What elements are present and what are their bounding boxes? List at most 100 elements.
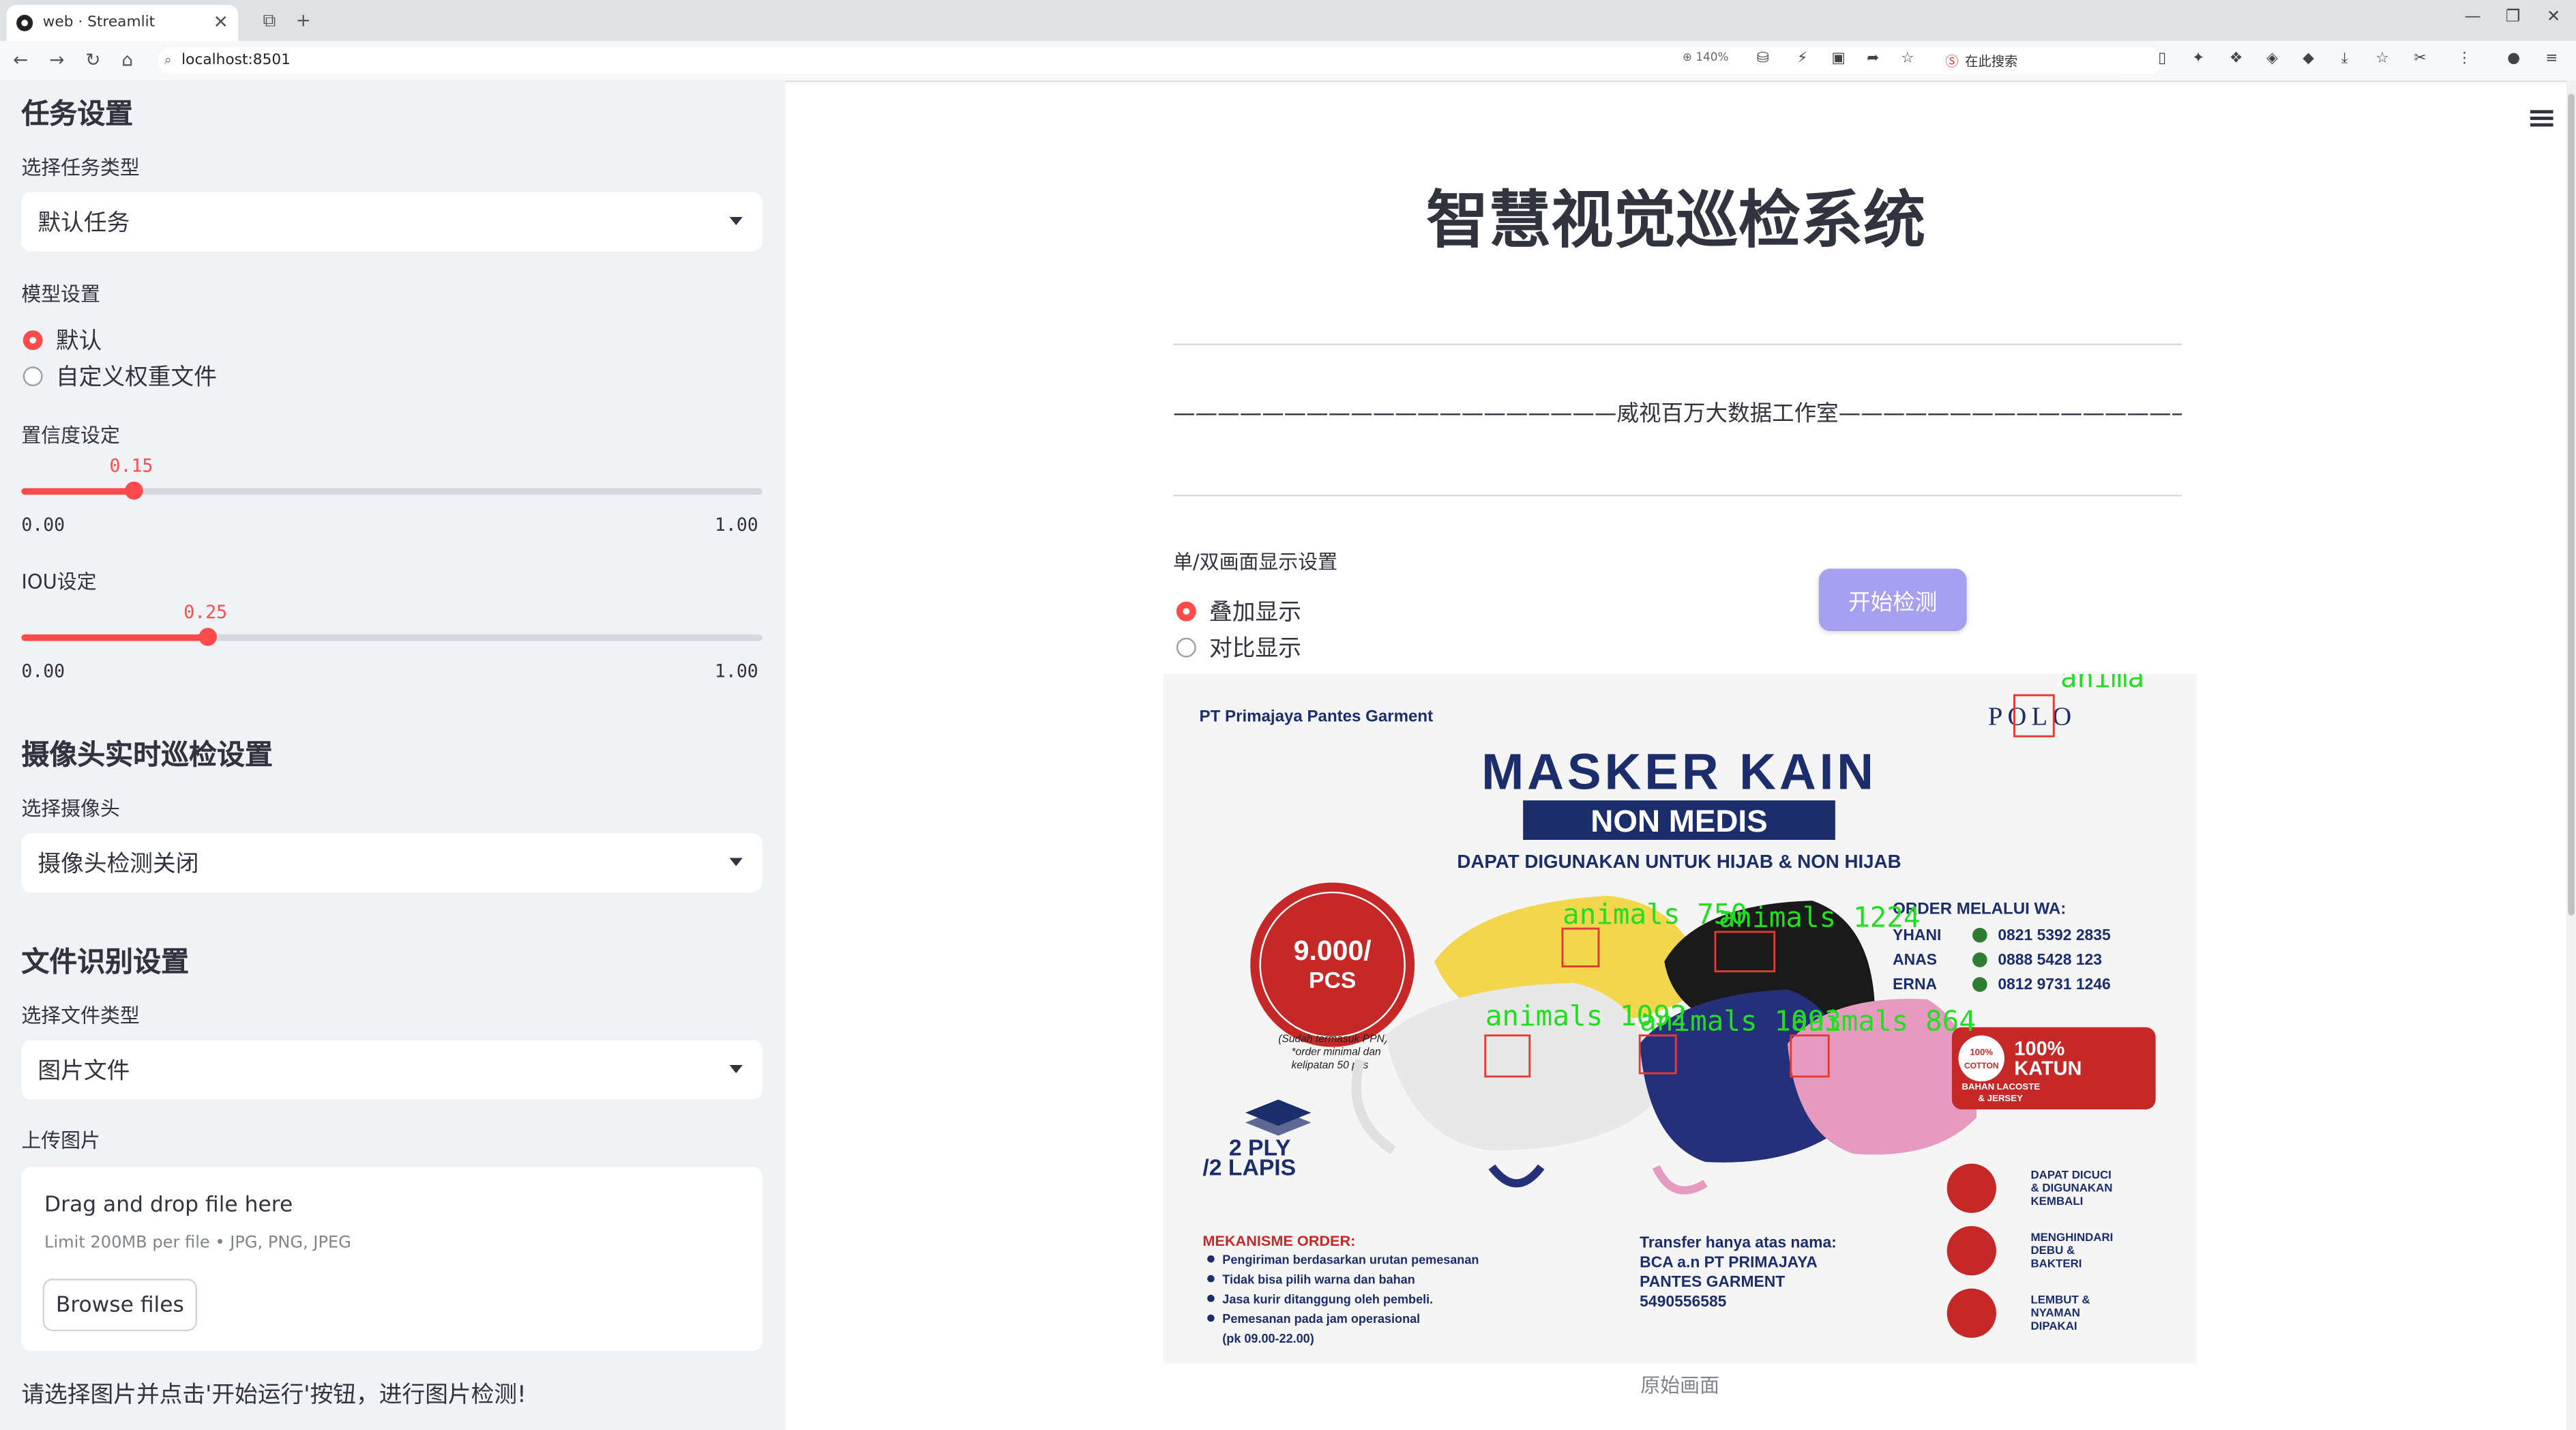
whatsapp-icon [1972, 952, 1987, 967]
chevron-down-icon [729, 1065, 743, 1074]
forward-icon[interactable]: → [49, 49, 64, 70]
studio-subtitle: ————————————————————威视百万大数据工作室——————————… [1173, 400, 2182, 428]
divider-top [1173, 343, 2182, 345]
model-settings-label: 模型设置 [21, 282, 100, 306]
model-radio-default[interactable]: 默认 [23, 324, 102, 357]
extension-icon-2[interactable]: ❖ [2228, 51, 2245, 68]
poster-katun-4: & JERSEY [1978, 1093, 2023, 1103]
bullet-icon [1207, 1274, 1215, 1283]
radio-label: 对比显示 [1209, 636, 1301, 662]
poster-banner: NON MEDIS [1590, 804, 1767, 838]
tab-title: web · Streamlit [42, 14, 156, 31]
mobile-icon[interactable]: ▯ [2154, 51, 2170, 68]
slider-thumb[interactable] [124, 481, 143, 500]
extension-icon[interactable]: ✦ [2190, 51, 2206, 68]
browser-search-input[interactable]: Ⓢ 在此搜索 [1935, 47, 2140, 74]
browser-tab[interactable]: web · Streamlit ✕ [6, 5, 239, 42]
camera-settings-header: 摄像头实时巡检设置 [21, 740, 273, 773]
tab-list-icon[interactable]: ⧉ [263, 10, 276, 33]
divider-bottom [1173, 495, 2182, 497]
start-detection-button[interactable]: 开始检测 [1818, 568, 1967, 632]
extension-icon-4[interactable]: ◆ [2300, 51, 2317, 68]
contact-phone: 0888 5428 123 [1998, 950, 2102, 968]
streamlit-favicon-icon [16, 14, 33, 31]
radio-selected-icon [23, 330, 43, 351]
camera-select[interactable]: 摄像头检测关闭 [21, 833, 763, 893]
share-icon[interactable]: ➦ [1865, 51, 1881, 68]
extension-icon-3[interactable]: ◈ [2264, 51, 2281, 68]
bookmarks-icon[interactable]: ☆ [2374, 51, 2390, 68]
main-scrollbar[interactable] [2566, 81, 2576, 1430]
contact-name: ANAS [1893, 950, 1937, 968]
feature-text: DEBU & [2031, 1244, 2075, 1257]
poster-badge-2: COTTON [1964, 1061, 1999, 1070]
detection-label: anima [2060, 674, 2144, 694]
feature-text: LEMBUT & [2031, 1293, 2090, 1306]
feature-text: DAPAT DICUCI [2031, 1168, 2112, 1181]
back-icon[interactable]: ← [13, 49, 28, 70]
poster-price-note-2: *order minimal dan [1291, 1047, 1380, 1058]
feature-text: MENGHINDARI [2031, 1231, 2114, 1244]
more-vertical-icon[interactable]: ⋮ [2456, 51, 2472, 68]
translate-icon[interactable]: ⛁ [1755, 51, 1771, 68]
address-bar-row: ← → ↻ ⌂ ⌕ localhost:8501 ⊕ 140% ⛁ ⚡ ▣ ➦ … [0, 41, 2576, 83]
poster-katun-1: 100% [2014, 1038, 2064, 1060]
url-field[interactable]: ⌕ localhost:8501 [158, 47, 2163, 74]
iou-slider[interactable] [21, 628, 763, 646]
file-type-select[interactable]: 图片文件 [21, 1040, 763, 1100]
feature-text: NYAMAN [2031, 1307, 2080, 1319]
zoom-indicator[interactable]: ⊕ 140% [1683, 51, 1729, 64]
screenshot-icon[interactable]: ▣ [1831, 51, 1847, 68]
file-dropzone[interactable]: Drag and drop file here Limit 200MB per … [21, 1167, 763, 1352]
scrollbar-thumb[interactable] [2568, 93, 2575, 916]
browse-files-button[interactable]: Browse files [42, 1279, 198, 1332]
tab-close-icon[interactable]: ✕ [213, 12, 228, 33]
display-radio-compare[interactable]: 对比显示 [1176, 631, 1301, 664]
confidence-label: 置信度设定 [21, 424, 120, 448]
zoom-level: 140% [1696, 50, 1729, 64]
iou-min: 0.00 [21, 660, 65, 682]
display-radio-overlay[interactable]: 叠加显示 [1176, 595, 1301, 628]
confidence-slider[interactable] [21, 481, 763, 500]
model-radio-custom[interactable]: 自定义权重文件 [23, 360, 217, 393]
download-icon[interactable]: ⤓ [2337, 51, 2353, 68]
new-tab-icon[interactable]: + [296, 10, 311, 31]
poster-transfer-3: PANTES GARMENT [1640, 1272, 1785, 1290]
confidence-max: 1.00 [714, 514, 758, 536]
detection-label: animals 1224 [1719, 901, 1921, 934]
minimize-icon[interactable]: — [2465, 8, 2481, 26]
poster-contact-list: YHANI 0821 5392 2835ANAS 0888 5428 123ERNA… [1893, 926, 2111, 993]
feature-icon [1946, 1226, 1996, 1276]
bullet-icon [1207, 1314, 1215, 1322]
reload-icon[interactable]: ↻ [85, 49, 100, 70]
feature-text: DIPAKAI [2031, 1319, 2077, 1332]
browser-menu-icon[interactable]: ≡ [2543, 51, 2560, 68]
lightning-icon[interactable]: ⚡ [1794, 51, 1811, 68]
file-settings-header: 文件识别设置 [21, 946, 190, 980]
window-close-icon[interactable]: ✕ [2547, 8, 2560, 26]
restore-icon[interactable]: ❐ [2506, 8, 2521, 26]
feature-icon [1946, 1163, 1996, 1213]
whatsapp-icon [1972, 977, 1987, 992]
feature-icon [1946, 1288, 1996, 1338]
slider-fill [21, 488, 133, 495]
search-icon: ⌕ [164, 53, 172, 68]
poster-brand: POLO [1988, 702, 2077, 731]
poster-price-unit: PCS [1309, 967, 1356, 993]
home-icon[interactable]: ⌂ [121, 49, 133, 70]
sidebar: 任务设置 选择任务类型 默认任务 模型设置 默认 自定义权重文件 置信度设定 0… [0, 81, 786, 1430]
feature-text: & DIGUNAKAN [2031, 1182, 2113, 1195]
iou-max: 1.00 [714, 660, 758, 682]
file-type-value: 图片文件 [38, 1058, 130, 1085]
task-type-select[interactable]: 默认任务 [21, 192, 763, 252]
slider-thumb[interactable] [198, 628, 217, 646]
profile-avatar-icon[interactable]: ● [2506, 51, 2522, 68]
radio-label: 叠加显示 [1209, 600, 1301, 626]
dropzone-text: Drag and drop file here [44, 1193, 293, 1219]
hamburger-menu-icon[interactable] [2530, 110, 2553, 127]
radio-label: 自定义权重文件 [55, 364, 217, 392]
tools-icon[interactable]: ✂ [2412, 51, 2428, 68]
poster-badge-1: 100% [1970, 1047, 1993, 1057]
radio-label: 默认 [55, 328, 102, 355]
favorite-star-icon[interactable]: ☆ [1899, 51, 1916, 68]
